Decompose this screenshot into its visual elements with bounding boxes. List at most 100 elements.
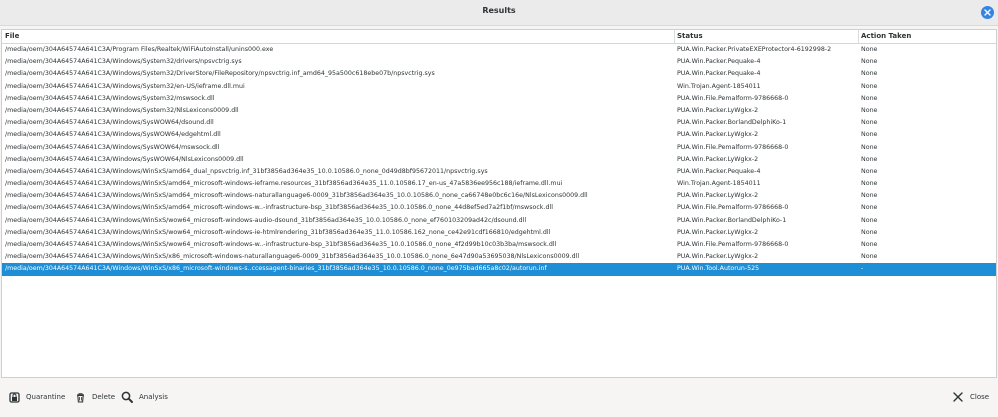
file-cell: /media/oem/304A64574A641C3A/Windows/WinS… (5, 204, 553, 212)
action-cell: None (861, 192, 878, 200)
table-row[interactable]: /media/oem/304A64574A641C3A/Windows/WinS… (2, 263, 996, 276)
quarantine-label: Quarantine (26, 393, 66, 401)
table-row[interactable]: /media/oem/304A64574A641C3A/Windows/SysW… (2, 142, 996, 154)
delete-button[interactable]: Delete (74, 388, 115, 406)
status-cell: PUA.Win.Packer.BorlandDelphiKo-1 (677, 119, 787, 127)
close-button[interactable]: Close (952, 388, 989, 406)
status-cell: Win.Trojan.Agent-1854011 (677, 82, 761, 90)
file-cell: /media/oem/304A64574A641C3A/Windows/WinS… (5, 265, 547, 273)
analysis-label: Analysis (139, 393, 168, 401)
table-row[interactable]: /media/oem/304A64574A641C3A/Windows/SysW… (2, 154, 996, 166)
table-row[interactable]: /media/oem/304A64574A641C3A/Windows/SysW… (2, 129, 996, 141)
action-cell: None (861, 119, 878, 127)
magnifier-icon (121, 391, 133, 403)
action-cell: None (861, 180, 878, 188)
status-cell: PUA.Win.Packer.Pequake-4 (677, 70, 761, 78)
status-cell: PUA.Win.Packer.LyWgkx-2 (677, 155, 759, 163)
file-cell: /media/oem/304A64574A641C3A/Windows/WinS… (5, 241, 557, 248)
table-row[interactable]: /media/oem/304A64574A641C3A/Windows/Syst… (2, 68, 996, 80)
title-bar: Results (0, 0, 998, 26)
action-cell: None (861, 204, 878, 212)
status-cell: PUA.Win.File.Pemalform-9786668-0 (677, 94, 789, 102)
action-cell: - (861, 265, 864, 273)
status-cell: PUA.Win.Packer.Pequake-4 (677, 58, 761, 66)
table-row[interactable]: /media/oem/304A64574A641C3A/Windows/WinS… (2, 227, 996, 239)
table-body: /media/oem/304A64574A641C3A/Program File… (2, 44, 996, 276)
file-cell: /media/oem/304A64574A641C3A/Windows/SysW… (5, 131, 221, 139)
status-cell: PUA.Win.Packer.PrivateEXEProtector4-6192… (677, 46, 832, 53)
column-divider[interactable] (674, 30, 675, 43)
status-cell: PUA.Win.Packer.BorlandDelphiKo-1 (677, 216, 787, 224)
table-row[interactable]: /media/oem/304A64574A641C3A/Windows/WinS… (2, 215, 996, 227)
window-close-button[interactable] (981, 6, 994, 19)
table-row[interactable]: /media/oem/304A64574A641C3A/Windows/WinS… (2, 251, 996, 263)
table-row[interactable]: /media/oem/304A64574A641C3A/Windows/Syst… (2, 105, 996, 117)
action-cell: None (861, 253, 878, 261)
table-row[interactable]: /media/oem/304A64574A641C3A/Program File… (2, 44, 996, 56)
analysis-button[interactable]: Analysis (121, 388, 168, 406)
file-cell: /media/oem/304A64574A641C3A/Windows/SysW… (5, 119, 214, 127)
action-cell: None (861, 46, 878, 53)
action-cell: None (861, 155, 878, 163)
file-cell: /media/oem/304A64574A641C3A/Windows/WinS… (5, 180, 563, 188)
delete-label: Delete (92, 393, 115, 401)
action-cell: None (861, 94, 878, 102)
file-cell: /media/oem/304A64574A641C3A/Windows/Syst… (5, 82, 245, 90)
action-cell: None (861, 82, 878, 90)
table-row[interactable]: /media/oem/304A64574A641C3A/Windows/WinS… (2, 190, 996, 202)
status-cell: PUA.Win.Packer.LyWgkx-2 (677, 192, 759, 200)
status-cell: PUA.Win.Packer.Pequake-4 (677, 167, 761, 175)
action-cell: None (861, 131, 878, 139)
table-row[interactable]: /media/oem/304A64574A641C3A/Windows/WinS… (2, 202, 996, 214)
table-row[interactable]: /media/oem/304A64574A641C3A/Windows/SysW… (2, 117, 996, 129)
table-row[interactable]: /media/oem/304A64574A641C3A/Windows/Syst… (2, 81, 996, 93)
file-cell: /media/oem/304A64574A641C3A/Windows/WinS… (5, 253, 580, 261)
window-title: Results (482, 6, 516, 15)
action-cell: None (861, 216, 878, 224)
close-label: Close (970, 393, 990, 401)
status-cell: PUA.Win.Tool.Autorun-525 (677, 265, 760, 273)
column-header-status[interactable]: Status (677, 32, 703, 40)
table-row[interactable]: /media/oem/304A64574A641C3A/Windows/WinS… (2, 239, 996, 251)
x-icon (952, 391, 964, 403)
trash-icon (74, 391, 86, 403)
close-icon (984, 9, 991, 16)
file-cell: /media/oem/304A64574A641C3A/Windows/SysW… (5, 143, 220, 151)
table-row[interactable]: /media/oem/304A64574A641C3A/Windows/WinS… (2, 166, 996, 178)
table-row[interactable]: /media/oem/304A64574A641C3A/Windows/Syst… (2, 56, 996, 68)
file-cell: /media/oem/304A64574A641C3A/Windows/Syst… (5, 58, 242, 66)
file-cell: /media/oem/304A64574A641C3A/Windows/Syst… (5, 106, 239, 114)
status-cell: PUA.Win.File.Pemalform-9786668-0 (677, 241, 789, 248)
status-cell: PUA.Win.Packer.LyWgkx-2 (677, 253, 759, 261)
table-row[interactable]: /media/oem/304A64574A641C3A/Windows/WinS… (2, 178, 996, 190)
column-header-file[interactable]: File (5, 32, 19, 40)
file-cell: /media/oem/304A64574A641C3A/Windows/WinS… (5, 228, 551, 236)
status-cell: PUA.Win.Packer.LyWgkx-2 (677, 131, 759, 139)
action-cell: None (861, 70, 878, 78)
column-header-action[interactable]: Action Taken (861, 32, 911, 40)
status-cell: PUA.Win.File.Pemalform-9786668-0 (677, 143, 789, 151)
lock-icon (8, 391, 20, 403)
file-cell: /media/oem/304A64574A641C3A/Program File… (5, 46, 274, 53)
file-cell: /media/oem/304A64574A641C3A/Windows/Syst… (5, 70, 435, 78)
action-cell: None (861, 241, 878, 248)
action-cell: None (861, 106, 878, 114)
table-header: File Status Action Taken (2, 30, 996, 44)
action-cell: None (861, 143, 878, 151)
file-cell: /media/oem/304A64574A641C3A/Windows/SysW… (5, 155, 244, 163)
action-cell: None (861, 167, 878, 175)
status-cell: PUA.Win.File.Pemalform-9786668-0 (677, 204, 789, 212)
file-cell: /media/oem/304A64574A641C3A/Windows/Syst… (5, 94, 215, 102)
file-cell: /media/oem/304A64574A641C3A/Windows/WinS… (5, 216, 527, 224)
file-cell: /media/oem/304A64574A641C3A/Windows/WinS… (5, 167, 488, 175)
status-cell: Win.Trojan.Agent-1854011 (677, 180, 761, 188)
table-row[interactable]: /media/oem/304A64574A641C3A/Windows/Syst… (2, 93, 996, 105)
action-cell: None (861, 228, 878, 236)
results-table[interactable]: File Status Action Taken /media/oem/304A… (1, 29, 997, 378)
quarantine-button[interactable]: Quarantine (8, 388, 65, 406)
footer-toolbar: Quarantine Delete Analysis Close (0, 380, 998, 417)
status-cell: PUA.Win.Packer.LyWgkx-2 (677, 106, 759, 114)
file-cell: /media/oem/304A64574A641C3A/Windows/WinS… (5, 192, 588, 200)
column-divider[interactable] (858, 30, 859, 43)
action-cell: None (861, 58, 878, 66)
